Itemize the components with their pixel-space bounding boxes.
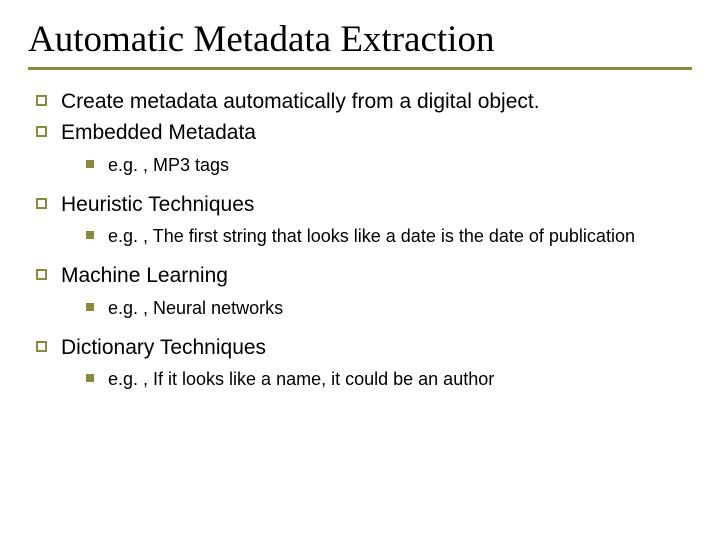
list-item: Dictionary Techniques [36, 334, 692, 361]
square-open-bullet-icon [36, 126, 47, 137]
list-item: Heuristic Techniques [36, 191, 692, 218]
sub-list-item: e.g. , Neural networks [86, 296, 692, 320]
sub-list-item: e.g. , The first string that looks like … [86, 224, 692, 248]
list-item: Machine Learning [36, 262, 692, 289]
list-item-text: Heuristic Techniques [61, 191, 254, 218]
square-open-bullet-icon [36, 341, 47, 352]
slide-content: Create metadata automatically from a dig… [28, 88, 692, 392]
square-open-bullet-icon [36, 95, 47, 106]
square-filled-bullet-icon [86, 374, 94, 382]
square-filled-bullet-icon [86, 231, 94, 239]
list-item-text: Embedded Metadata [61, 119, 256, 146]
list-item: Create metadata automatically from a dig… [36, 88, 692, 115]
square-open-bullet-icon [36, 198, 47, 209]
sub-list-item: e.g. , If it looks like a name, it could… [86, 367, 692, 391]
list-item: Embedded Metadata [36, 119, 692, 146]
sub-list-item-text: e.g. , Neural networks [108, 296, 283, 320]
square-open-bullet-icon [36, 269, 47, 280]
sub-list-item-text: e.g. , MP3 tags [108, 153, 229, 177]
square-filled-bullet-icon [86, 160, 94, 168]
slide: Automatic Metadata Extraction Create met… [0, 0, 720, 426]
slide-title: Automatic Metadata Extraction [28, 18, 692, 65]
list-item-text: Dictionary Techniques [61, 334, 266, 361]
list-item-text: Machine Learning [61, 262, 228, 289]
title-underline [28, 67, 692, 70]
list-item-text: Create metadata automatically from a dig… [61, 88, 540, 115]
sub-list-item-text: e.g. , The first string that looks like … [108, 224, 635, 248]
sub-list-item-text: e.g. , If it looks like a name, it could… [108, 367, 494, 391]
square-filled-bullet-icon [86, 303, 94, 311]
sub-list-item: e.g. , MP3 tags [86, 153, 692, 177]
